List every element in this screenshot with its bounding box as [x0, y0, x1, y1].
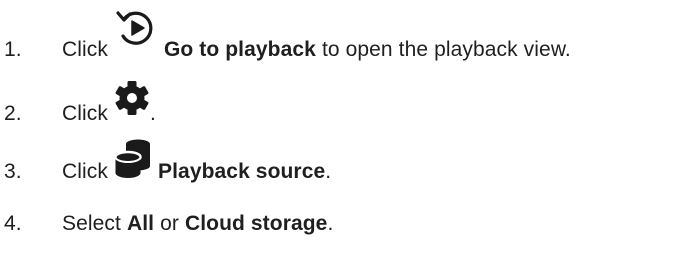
playback-icon: [114, 10, 158, 50]
step-text: .: [325, 160, 332, 183]
step-number: 4.: [4, 212, 22, 235]
database-icon: [114, 138, 152, 180]
gear-icon: [114, 80, 150, 116]
step-4: 4. Select All or Cloud storage .: [0, 196, 333, 236]
step-text: to open the playback view.: [321, 38, 571, 61]
step-connector: or: [160, 212, 179, 235]
step-number: 3.: [4, 160, 22, 183]
step-verb: Select: [62, 212, 121, 235]
step-text: .: [150, 102, 156, 125]
cloud-storage-option-label: Cloud storage: [184, 212, 328, 235]
step-number: 1.: [4, 38, 22, 61]
step-verb: Click: [62, 160, 108, 183]
step-text: .: [327, 212, 334, 235]
step-2: 2. Click .: [0, 81, 156, 126]
step-verb: Click: [62, 102, 108, 125]
step-1: 1. Click Go to playback to open the play…: [0, 11, 571, 62]
go-to-playback-label: Go to playback: [164, 38, 316, 61]
step-number: 2.: [4, 102, 22, 125]
step-3: 3. Click Playback source .: [0, 139, 332, 184]
playback-source-label: Playback source: [158, 160, 326, 183]
step-verb: Click: [62, 38, 108, 61]
all-option-label: All: [126, 212, 155, 235]
